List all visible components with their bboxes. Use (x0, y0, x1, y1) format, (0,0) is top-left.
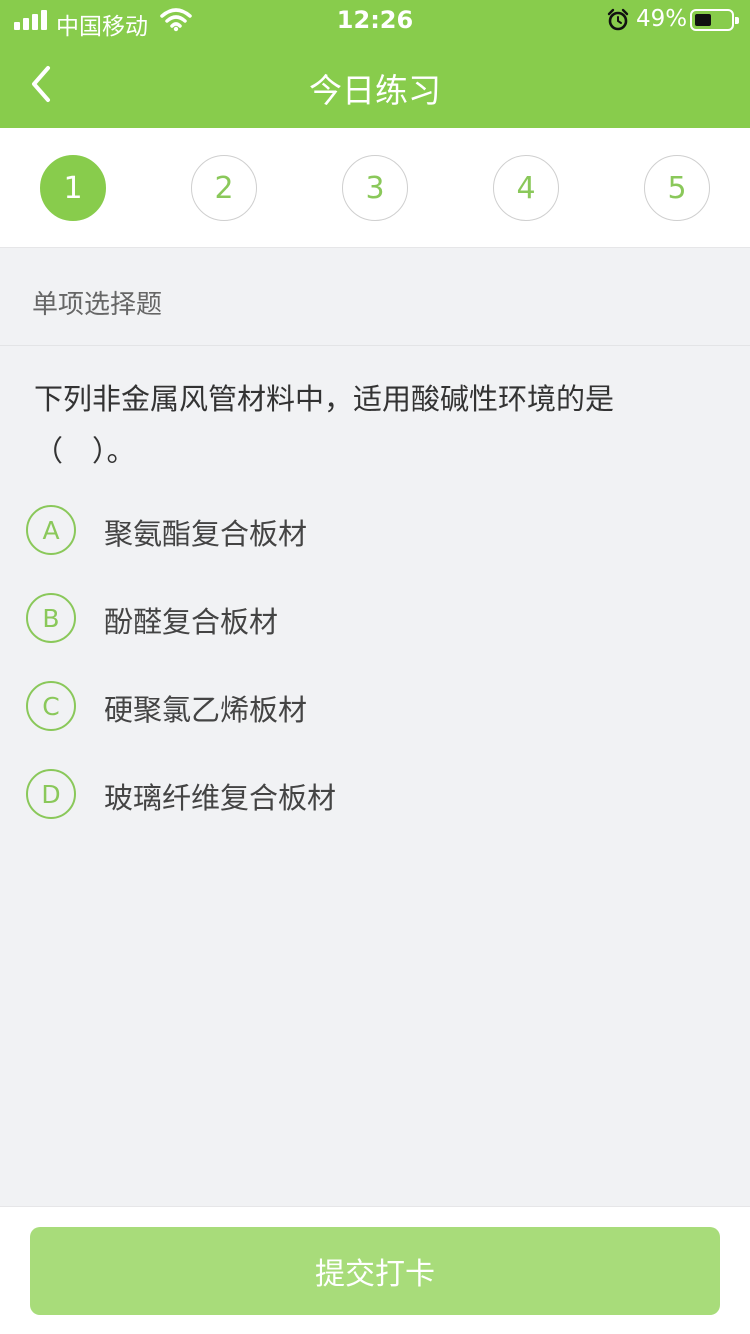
battery-icon (690, 9, 739, 31)
step-2-button[interactable]: 2 (191, 155, 257, 221)
question-type-label: 单项选择题 (32, 290, 163, 320)
bottom-bar: 提交打卡 (0, 1206, 750, 1334)
option-a[interactable]: A 聚氨酯复合板材 (26, 500, 716, 562)
question-text: 下列非金属风管材料中，适用酸碱性环境的是 （ ）。 (34, 373, 674, 477)
app-header: 中国移动 12:26 49% 今日练习 (0, 0, 750, 128)
option-b-letter: B (26, 593, 76, 643)
step-4-button[interactable]: 4 (493, 155, 559, 221)
page-title: 今日练习 (309, 71, 441, 110)
option-d[interactable]: D 玻璃纤维复合板材 (26, 764, 716, 826)
step-5-button[interactable]: 5 (644, 155, 710, 221)
alarm-clock-icon (607, 8, 629, 31)
option-c-text: 硬聚氯乙烯板材 (104, 693, 308, 727)
question-text-line-1: 下列非金属风管材料中，适用酸碱性环境的是 (34, 382, 615, 416)
option-d-text: 玻璃纤维复合板材 (104, 781, 337, 815)
question-step-strip: 1 2 3 4 5 (0, 128, 750, 248)
step-3-button[interactable]: 3 (342, 155, 408, 221)
step-1-button[interactable]: 1 (40, 155, 106, 221)
option-b[interactable]: B 酚醛复合板材 (26, 588, 716, 650)
option-a-text: 聚氨酯复合板材 (104, 517, 308, 551)
status-bar: 中国移动 12:26 49% (0, 0, 750, 40)
battery-percent: 49% (636, 6, 688, 32)
option-c[interactable]: C 硬聚氯乙烯板材 (26, 676, 716, 738)
option-a-letter: A (26, 505, 76, 555)
option-c-letter: C (26, 681, 76, 731)
question-type-bar: 单项选择题 (0, 248, 750, 346)
question-text-line-2: （ ）。 (34, 434, 136, 468)
submit-checkin-button[interactable]: 提交打卡 (30, 1227, 720, 1315)
option-d-letter: D (26, 769, 76, 819)
option-b-text: 酚醛复合板材 (104, 605, 279, 639)
